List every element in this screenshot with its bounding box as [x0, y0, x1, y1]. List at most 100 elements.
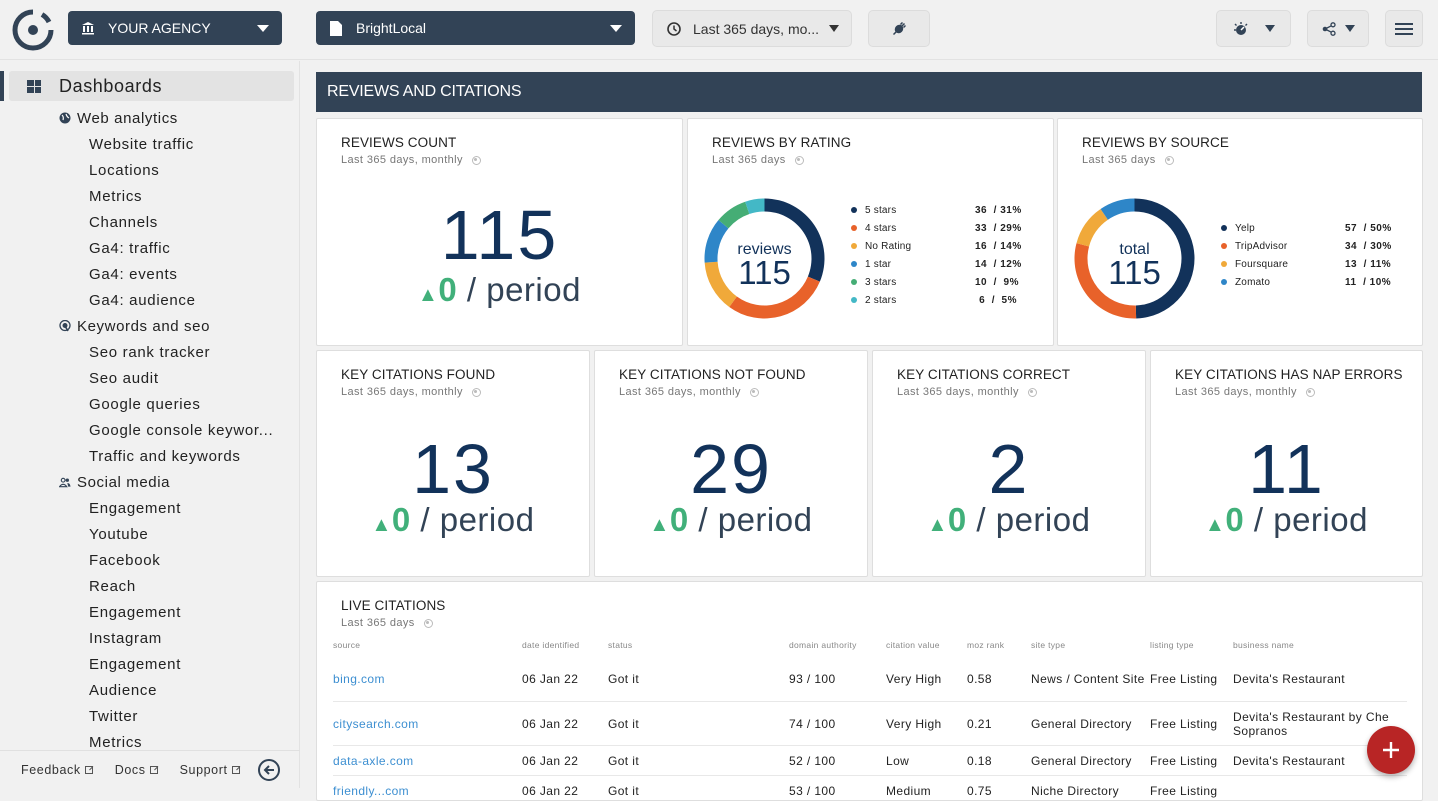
- legend-item[interactable]: 1 star 14 / 12%: [851, 255, 1021, 273]
- legend-label: 1 star: [865, 258, 892, 270]
- feedback-link[interactable]: Feedback: [21, 763, 93, 777]
- theme-button[interactable]: [1216, 10, 1291, 47]
- sidebar-item-reach[interactable]: Reach: [0, 573, 280, 599]
- key-citations-not-found-card: KEY CITATIONS NOT FOUND Last 365 days, m…: [594, 350, 868, 577]
- cell-citation-value: Very High: [886, 671, 942, 686]
- sidebar-item-metrics[interactable]: Metrics: [0, 183, 280, 209]
- info-icon[interactable]: [1027, 387, 1037, 397]
- sidebar-item-channels[interactable]: Channels: [0, 209, 280, 235]
- sidebar-item-facebook[interactable]: Facebook: [0, 547, 280, 573]
- column-header[interactable]: date identified: [522, 640, 608, 656]
- legend-label: Zomato: [1235, 276, 1271, 288]
- legend-item[interactable]: 5 stars 36 / 31%: [851, 201, 1022, 219]
- share-button[interactable]: [1307, 10, 1369, 47]
- date-range-selector[interactable]: Last 365 days, mo...: [652, 10, 852, 47]
- cell-listing-type: Free Listing: [1150, 671, 1218, 686]
- info-icon[interactable]: [423, 618, 433, 628]
- report-selector[interactable]: BrightLocal: [316, 11, 635, 45]
- sidebar-item-ga4-events[interactable]: Ga4: events: [0, 261, 280, 287]
- legend-label: 3 stars: [865, 276, 897, 288]
- sidebar-item-website-traffic[interactable]: Website traffic: [0, 131, 280, 157]
- subtitle-text: Last 365 days: [1082, 154, 1156, 166]
- legend-item[interactable]: No Rating 16 / 14%: [851, 237, 1021, 255]
- legend-value: 36 / 31%: [975, 204, 1022, 216]
- kpi-delta: ▲0 / period: [317, 501, 589, 539]
- support-link[interactable]: Support: [180, 763, 240, 777]
- legend-item[interactable]: 4 stars 33 / 29%: [851, 219, 1021, 237]
- sidebar-item-google-console-keywords[interactable]: Google console keywor...: [0, 417, 280, 443]
- sidebar-nav: Web analytics Website traffic Locations …: [0, 105, 300, 755]
- delta-suffix: / period: [466, 271, 581, 308]
- column-header[interactable]: source: [333, 640, 522, 656]
- sidebar-item-traffic-and-keywords[interactable]: Traffic and keywords: [0, 443, 280, 469]
- sidebar-group-social-media[interactable]: Social media: [0, 469, 300, 495]
- column-header[interactable]: moz rank: [967, 640, 1031, 656]
- donut-center-value: 115: [1108, 254, 1161, 291]
- legend-item[interactable]: 2 stars 6 / 5%: [851, 291, 1017, 309]
- sidebar-item-engagement[interactable]: Engagement: [0, 495, 280, 521]
- legend-item[interactable]: 3 stars 10 / 9%: [851, 273, 1018, 291]
- rating-donut-chart: reviews 115: [704, 198, 825, 319]
- sidebar-item-dashboards[interactable]: Dashboards: [9, 71, 294, 101]
- sidebar-group-web-analytics[interactable]: Web analytics: [0, 105, 300, 131]
- card-title: REVIEWS BY SOURCE: [1082, 135, 1229, 150]
- legend-dot-icon: [851, 225, 857, 231]
- subtitle-text: Last 365 days, monthly: [1175, 386, 1297, 398]
- info-icon[interactable]: [749, 387, 759, 397]
- sidebar-group-keywords-seo[interactable]: Keywords and seo: [0, 313, 300, 339]
- add-widget-button[interactable]: [1367, 726, 1415, 774]
- sidebar-item-seo-rank-tracker[interactable]: Seo rank tracker: [0, 339, 280, 365]
- column-header[interactable]: status: [608, 640, 789, 656]
- column-header[interactable]: business name: [1233, 640, 1407, 656]
- info-icon[interactable]: [1305, 387, 1315, 397]
- sidebar-item-audience[interactable]: Audience: [0, 677, 280, 703]
- info-icon[interactable]: [471, 387, 481, 397]
- sidebar-item-ga4-traffic[interactable]: Ga4: traffic: [0, 235, 280, 261]
- subtitle-text: Last 365 days: [341, 617, 415, 629]
- legend-dot-icon: [851, 207, 857, 213]
- source-link[interactable]: friendly...com: [333, 784, 522, 798]
- column-header[interactable]: site type: [1031, 640, 1150, 656]
- sidebar-item-instagram[interactable]: Instagram: [0, 625, 280, 651]
- sidebar-group-label: Social media: [77, 473, 171, 491]
- legend-label: 5 stars: [865, 204, 897, 216]
- main-menu-button[interactable]: [1385, 10, 1423, 47]
- sidebar-item-google-queries[interactable]: Google queries: [0, 391, 280, 417]
- source-link[interactable]: bing.com: [333, 672, 522, 686]
- column-header[interactable]: citation value: [886, 640, 967, 656]
- integration-button[interactable]: [868, 10, 930, 47]
- kpi-value: 115: [440, 196, 559, 274]
- sidebar-item-ga4-audience[interactable]: Ga4: audience: [0, 287, 280, 313]
- info-icon[interactable]: [471, 155, 481, 165]
- sidebar-item-youtube[interactable]: Youtube: [0, 521, 280, 547]
- kpi-delta: ▲0 / period: [595, 501, 867, 539]
- donut-segment-1-star[interactable]: [704, 220, 729, 263]
- column-header[interactable]: listing type: [1150, 640, 1233, 656]
- source-link[interactable]: data-axle.com: [333, 754, 522, 768]
- legend-item[interactable]: Foursquare 13 / 11%: [1221, 255, 1391, 273]
- docs-link[interactable]: Docs: [115, 763, 158, 777]
- sidebar-item-twitter[interactable]: Twitter: [0, 703, 280, 729]
- app-logo[interactable]: [12, 9, 54, 51]
- agency-selector[interactable]: YOUR AGENCY: [68, 11, 282, 45]
- source-link[interactable]: citysearch.com: [333, 717, 522, 731]
- reviews-by-source-card: REVIEWS BY SOURCE Last 365 days total 11…: [1057, 118, 1423, 346]
- sidebar-item-engagement[interactable]: Engagement: [0, 651, 280, 677]
- donut-segment-foursquare[interactable]: [1076, 209, 1108, 247]
- info-icon[interactable]: [794, 155, 804, 165]
- kpi-delta: ▲0 / period: [873, 501, 1145, 539]
- legend-label: Foursquare: [1235, 258, 1289, 270]
- sidebar-item-engagement[interactable]: Engagement: [0, 599, 280, 625]
- legend-item[interactable]: Zomato 11 / 10%: [1221, 273, 1391, 291]
- info-icon[interactable]: [1164, 155, 1174, 165]
- donut-segment-no-rating[interactable]: [704, 261, 737, 308]
- cell-moz-rank: 0.18: [967, 753, 992, 768]
- sidebar-item-seo-audit[interactable]: Seo audit: [0, 365, 280, 391]
- legend-item[interactable]: Yelp 57 / 50%: [1221, 219, 1391, 237]
- legend-item[interactable]: TripAdvisor 34 / 30%: [1221, 237, 1391, 255]
- sidebar-item-locations[interactable]: Locations: [0, 157, 280, 183]
- column-header[interactable]: domain authority: [789, 640, 886, 656]
- legend-dot-icon: [851, 243, 857, 249]
- sidebar-group-label: Keywords and seo: [77, 317, 211, 335]
- collapse-sidebar-button[interactable]: [258, 759, 280, 781]
